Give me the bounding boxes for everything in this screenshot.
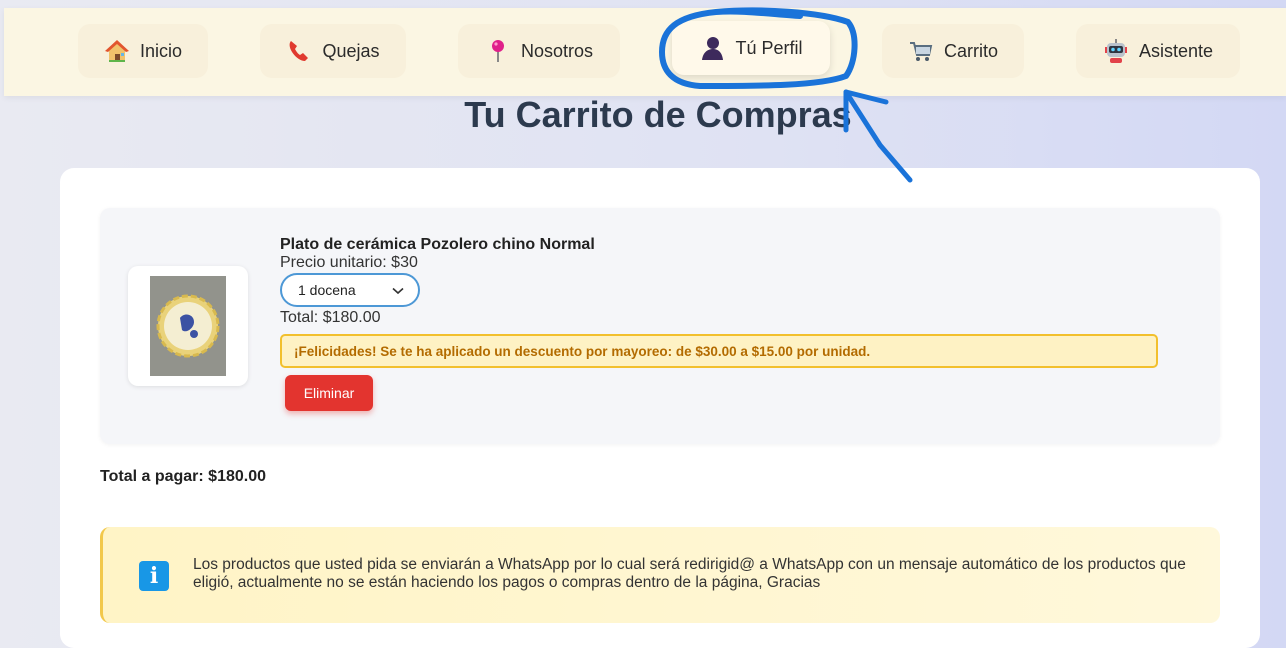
discount-message: ¡Felicidades! Se te ha aplicado un descu… [280,334,1158,368]
nav-item-quejas[interactable]: Quejas [260,24,406,78]
nav-item-carrito[interactable]: Carrito [882,24,1024,78]
whatsapp-notice: i Los productos que usted pida se enviar… [100,527,1220,623]
cart-item: Plato de cerámica Pozolero chino Normal … [100,208,1220,444]
chevron-down-icon [392,282,404,298]
nav-item-nosotros[interactable]: Nosotros [458,24,620,78]
nav-label-quejas: Quejas [322,40,380,61]
phone-icon [286,38,312,64]
nav-item-asistente[interactable]: Asistente [1076,24,1240,78]
line-total: Total: $180.00 [280,309,381,326]
quantity-select[interactable]: 1 docena [280,273,420,307]
info-icon: i [139,561,169,591]
unit-price: Precio unitario: $30 [280,254,418,271]
quantity-selected-value: 1 docena [298,282,356,298]
nav-label-carrito: Carrito [943,40,998,61]
product-photo-ceramic-plate [150,276,226,376]
nav-label-asistente: Asistente [1138,40,1214,61]
cart-card: Plato de cerámica Pozolero chino Normal … [60,168,1260,648]
nav-label-tu-perfil: Tú Perfil [735,37,803,58]
house-icon [104,38,130,64]
remove-item-button[interactable]: Eliminar [285,375,373,411]
top-navigation-bar: Inicio Quejas Nosotros Tú Perfil Carrito… [4,8,1286,96]
shopping-cart-icon [908,38,934,64]
notice-text: Los productos que usted pida se enviarán… [193,556,1186,591]
nav-item-inicio[interactable]: Inicio [78,24,208,78]
user-silhouette-icon [699,35,725,61]
grand-total: Total a pagar: $180.00 [100,468,266,485]
nav-label-nosotros: Nosotros [520,40,594,61]
page-title: Tu Carrito de Compras [464,94,852,135]
product-image [128,266,248,386]
robot-icon [1103,38,1129,64]
pushpin-icon [485,38,511,64]
nav-item-tu-perfil[interactable]: Tú Perfil [672,21,830,75]
product-name: Plato de cerámica Pozolero chino Normal [280,236,595,253]
nav-label-inicio: Inicio [139,40,183,61]
